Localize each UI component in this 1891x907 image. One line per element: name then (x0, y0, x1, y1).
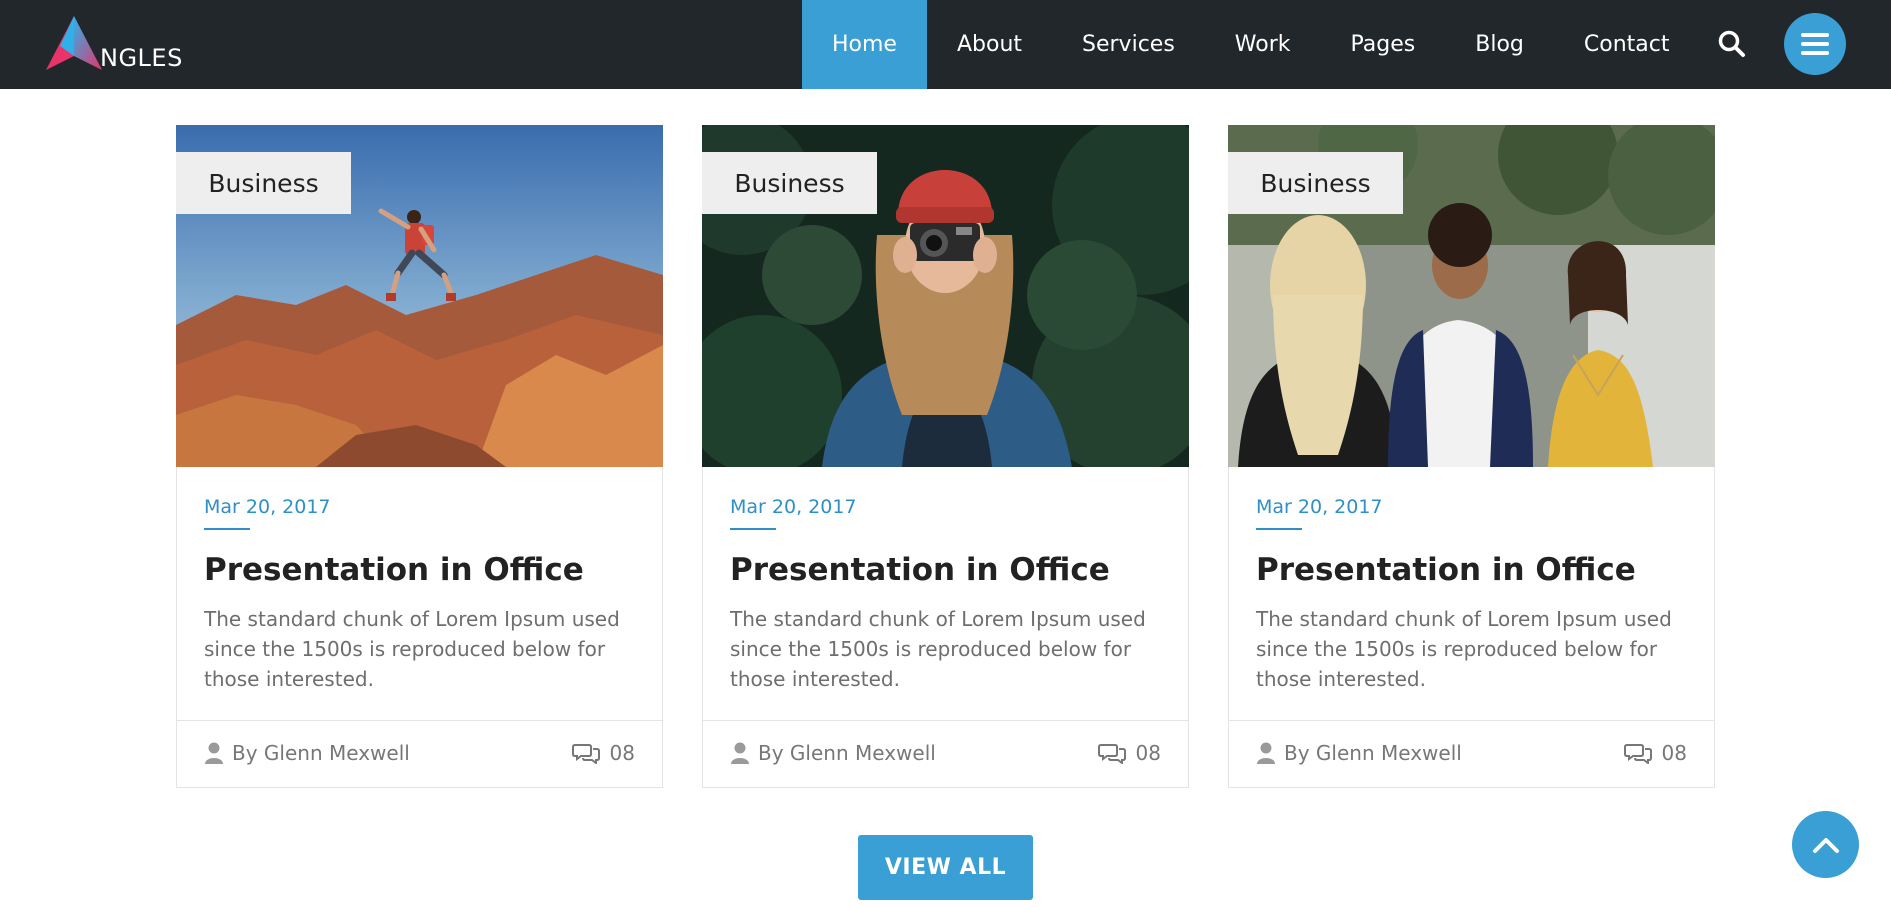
post-comments[interactable]: 08 (1097, 741, 1161, 765)
comment-count: 08 (1661, 741, 1687, 765)
logo-text: NGLES (100, 44, 183, 72)
post-excerpt: The standard chunk of Lorem Ipsum used s… (204, 607, 620, 691)
comments-icon (571, 744, 600, 764)
post-excerpt: The standard chunk of Lorem Ipsum used s… (730, 607, 1146, 691)
site-header: NGLES Home About Services Work Pages Blo… (0, 0, 1891, 89)
blog-card[interactable]: Business Mar 20, 2017 Presentation in Of… (176, 125, 663, 788)
post-date[interactable]: Mar 20, 2017 (1256, 496, 1696, 518)
date-underline (730, 528, 776, 530)
post-date[interactable]: Mar 20, 2017 (204, 496, 644, 518)
user-icon (731, 742, 749, 764)
date-underline (1256, 528, 1302, 530)
view-all-button[interactable]: VIEW ALL (858, 835, 1033, 900)
logo-triangle-icon (46, 16, 102, 70)
author-name: By Glenn Mexwell (232, 741, 410, 765)
category-badge[interactable]: Business (702, 152, 877, 214)
scroll-to-top-button[interactable] (1792, 811, 1859, 878)
post-title[interactable]: Presentation in Office (204, 552, 644, 588)
comment-count: 08 (609, 741, 635, 765)
hamburger-menu-icon[interactable] (1784, 13, 1846, 75)
user-icon (1257, 742, 1275, 764)
card-image[interactable]: Business (702, 125, 1189, 467)
comments-icon (1097, 744, 1126, 764)
chevron-up-icon (1812, 837, 1839, 853)
category-badge[interactable]: Business (176, 152, 351, 214)
post-author[interactable]: By Glenn Mexwell (1256, 741, 1462, 765)
card-footer: By Glenn Mexwell 08 (703, 720, 1188, 787)
nav-item-pages[interactable]: Pages (1321, 0, 1446, 89)
blog-card[interactable]: Business Mar 20, 2017 Presentation in Of… (702, 125, 1189, 788)
post-author[interactable]: By Glenn Mexwell (204, 741, 410, 765)
card-image[interactable]: Business (1228, 125, 1715, 467)
post-date[interactable]: Mar 20, 2017 (730, 496, 1170, 518)
main-nav: Home About Services Work Pages Blog Cont… (802, 0, 1699, 89)
blog-card[interactable]: Business Mar 20, 2017 Presentation in Of… (1228, 125, 1715, 788)
site-logo[interactable]: NGLES (44, 14, 214, 74)
nav-item-services[interactable]: Services (1052, 0, 1205, 89)
nav-item-blog[interactable]: Blog (1445, 0, 1554, 89)
post-excerpt: The standard chunk of Lorem Ipsum used s… (1256, 607, 1672, 691)
user-icon (205, 742, 223, 764)
post-comments[interactable]: 08 (571, 741, 635, 765)
nav-item-work[interactable]: Work (1205, 0, 1321, 89)
card-footer: By Glenn Mexwell 08 (1229, 720, 1714, 787)
author-name: By Glenn Mexwell (1284, 741, 1462, 765)
author-name: By Glenn Mexwell (758, 741, 936, 765)
card-footer: By Glenn Mexwell 08 (177, 720, 662, 787)
category-badge[interactable]: Business (1228, 152, 1403, 214)
blog-cards: Business Mar 20, 2017 Presentation in Of… (176, 125, 1716, 788)
search-icon[interactable] (1716, 28, 1748, 60)
nav-item-contact[interactable]: Contact (1554, 0, 1700, 89)
comment-count: 08 (1135, 741, 1161, 765)
date-underline (204, 528, 250, 530)
card-body: Mar 20, 2017 Presentation in Office The … (1256, 496, 1696, 694)
card-body: Mar 20, 2017 Presentation in Office The … (204, 496, 644, 694)
post-comments[interactable]: 08 (1623, 741, 1687, 765)
comments-icon (1623, 744, 1652, 764)
post-title[interactable]: Presentation in Office (730, 552, 1170, 588)
card-image[interactable]: Business (176, 125, 663, 467)
nav-item-about[interactable]: About (927, 0, 1052, 89)
nav-item-home[interactable]: Home (802, 0, 927, 89)
post-title[interactable]: Presentation in Office (1256, 552, 1696, 588)
card-body: Mar 20, 2017 Presentation in Office The … (730, 496, 1170, 694)
post-author[interactable]: By Glenn Mexwell (730, 741, 936, 765)
